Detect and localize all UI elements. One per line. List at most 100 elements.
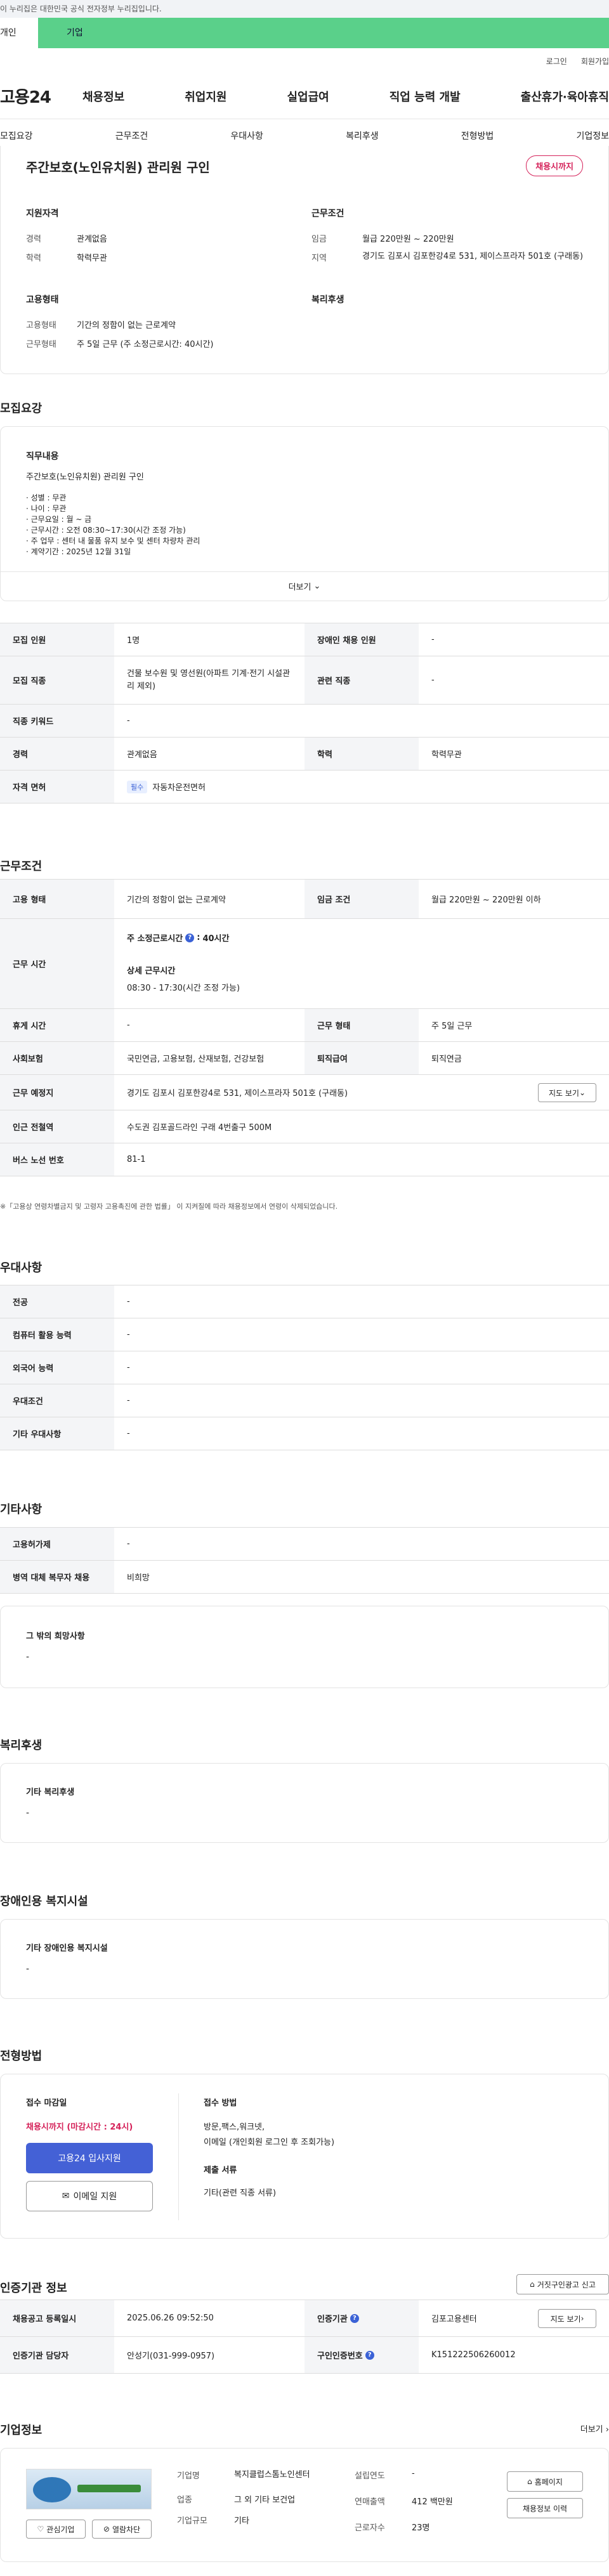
favorite-button[interactable]: ♡ 관심기업	[26, 2520, 86, 2539]
weekly-hours: 주 소정근로시간?:40시간	[127, 933, 230, 944]
region-value: 경기도 김포시 김포한강4로 531, 제이스프라자 501호 (구래동)	[362, 252, 584, 261]
prefer-section-title: 우대사항	[0, 1261, 43, 1275]
block-button[interactable]: ⊘ 열람차단	[92, 2520, 152, 2539]
qual-title: 지원자격	[26, 209, 59, 219]
insurance-value: 국민연금, 고용보험, 산재보험, 건강보험	[127, 1055, 265, 1064]
manager-value: 안성기(031-999-0957)	[127, 2352, 215, 2361]
gnb-item[interactable]: 직업 능력 개발	[390, 88, 461, 105]
etc-value: 비희망	[127, 1573, 150, 1583]
chevron-down-icon: ⌄	[579, 1088, 586, 1097]
facility-card-value: -	[26, 1964, 30, 1974]
break-label: 휴게 시간	[0, 1009, 114, 1041]
info-icon[interactable]: ?	[185, 933, 195, 942]
info-icon[interactable]: ?	[350, 2313, 359, 2323]
detail-hours-value: 08:30 - 17:30(시간 조정 가능)	[127, 984, 240, 993]
company-name-value: 복지클럽스톰노인센터	[234, 2470, 310, 2480]
company-info: 기업명 복지클럽스톰노인센터 업종 그 외 기타 보건업 기업규모 기타	[177, 2469, 336, 2526]
subway-label: 인근 전철역	[0, 1110, 114, 1143]
rel-label: 관련 직종	[304, 656, 419, 704]
duty-line: · 나이 : 무관	[26, 504, 67, 513]
qual-edu: 학력 학력무관	[26, 251, 107, 263]
company-sales-value: 412 백만원	[412, 2497, 453, 2507]
prefer-label: 기타 우대사항	[0, 1417, 114, 1450]
summary-card: 주간보호(노인유치원) 관리원 구인 채용시까지 지원자격 경력 관계없음 학력 학…	[0, 146, 609, 374]
subnav-item[interactable]: 근무조건	[115, 129, 148, 142]
table-row: 직종 키워드 -	[0, 705, 609, 738]
duty-line: · 계약기간 : 2025년 12월 31일	[26, 547, 131, 556]
table-row: 모집 인원 1명 장애인 채용 인원 -	[0, 623, 609, 656]
kw-value: -	[127, 716, 130, 725]
divider	[178, 2093, 179, 2220]
etc-label: 병역 대체 복무자 채용	[0, 1561, 114, 1593]
login-link[interactable]: 로그인	[546, 56, 567, 67]
more-label: 더보기	[288, 583, 311, 592]
gnb-item[interactable]: 출산휴가·육아휴직	[521, 88, 609, 105]
bus-label: 버스 노선 번호	[0, 1143, 114, 1176]
hours-cell: 주 소정근로시간?:40시간 상세 근무시간 08:30 - 17:30(시간 …	[114, 919, 609, 1008]
email-apply-label: 이메일 지원	[73, 2192, 117, 2202]
gnb-item[interactable]: 실업급여	[287, 88, 329, 105]
duty-head: 주간보호(노인유치원) 관리원 구인	[26, 472, 144, 482]
wage-label: 임금	[311, 235, 327, 244]
subnav-item[interactable]: 우대사항	[230, 129, 263, 142]
home-icon: ⌂	[530, 2280, 535, 2289]
prefer-value: -	[127, 1396, 130, 1405]
subnav-item[interactable]: 전형방법	[461, 129, 494, 142]
apply-button[interactable]: 고용24 입사지원	[26, 2143, 153, 2173]
favorite-label: 관심기업	[46, 2525, 75, 2534]
site-logo[interactable]: 고용24	[0, 84, 70, 108]
duty-line: · 주 업무 : 센터 내 물품 유지 보수 및 센터 차량차 관리	[26, 537, 200, 545]
table-row: 경력 관계없음 학력 학력무관	[0, 738, 609, 771]
email-apply-button[interactable]: ✉ 이메일 지원	[26, 2181, 153, 2211]
table-row: 병역 대체 복무자 채용 비희망	[0, 1561, 609, 1594]
deadline-title: 접수 마감일	[26, 2098, 67, 2108]
report-button[interactable]: ⌂ 거짓구인광고 신고	[516, 2274, 609, 2294]
more-button[interactable]: 더보기 ⌄	[1, 571, 608, 601]
company-more-link[interactable]: 더보기 ›	[580, 2423, 609, 2435]
agency-map-label: 지도 보기	[550, 2314, 581, 2324]
cond-wage: 임금 월급 220만원 ~ 220만원	[311, 232, 454, 244]
duty-line: · 근무시간 : 오전 08:30~17:30(시간 조정 가능)	[26, 526, 186, 535]
map-button-label: 지도 보기	[548, 1088, 579, 1098]
company-card: ♡ 관심기업 ⊘ 열람차단 기업명 복지클럽스톰노인센터 업종 그 외 기타 보건업 기…	[0, 2448, 609, 2562]
prefer-label: 전공	[0, 1285, 114, 1318]
worktype-label: 근무형태	[26, 340, 56, 349]
process-section-title: 전형방법	[0, 2050, 43, 2063]
agency-map-button[interactable]: 지도 보기 ›	[538, 2309, 596, 2328]
process-card: 접수 마감일 채용시까지 (마감시간 : 24시) 고용24 입사지원 ✉ 이메일…	[0, 2074, 609, 2239]
company-ind-row: 업종 그 외 기타 보건업	[177, 2493, 336, 2505]
company-scale-value: 기타	[234, 2516, 249, 2526]
logo-mark	[33, 2477, 71, 2502]
map-button[interactable]: 지도 보기 ⌄	[538, 1083, 596, 1102]
gnb-item[interactable]: 채용정보	[82, 88, 124, 105]
subnav-item[interactable]: 기업정보	[576, 129, 609, 142]
tab-company[interactable]: 기업	[38, 18, 609, 48]
subnav-item[interactable]: 모집요강	[0, 129, 33, 142]
welfare-title: 복리후생	[311, 295, 344, 305]
welfare-card-value: -	[26, 1808, 30, 1818]
gov-banner: 이 누리집은 대한민국 공식 전자정부 누리집입니다.	[0, 0, 609, 18]
gnb-item[interactable]: 취업지원	[185, 88, 226, 105]
facility-card-title: 기타 장애인용 복지시설	[26, 1944, 108, 1953]
company-name-label: 기업명	[177, 2471, 200, 2481]
gnb-menu: 채용정보 취업지원 실업급여 직업 능력 개발 출산휴가·육아휴직	[70, 88, 609, 105]
kw-label: 직종 키워드	[0, 705, 114, 737]
retire-label: 퇴직급여	[304, 1042, 419, 1074]
cert-no-value: K151222506260012	[431, 2350, 516, 2360]
info-icon[interactable]: ?	[365, 2350, 374, 2360]
place-label: 근무 예정지	[0, 1075, 114, 1110]
company-est-value: -	[412, 2469, 415, 2478]
homepage-button[interactable]: ⌂ 홈페이지	[507, 2471, 583, 2492]
tab-personal[interactable]: 개인	[0, 18, 38, 48]
company-ind-value: 그 외 기타 보건업	[234, 2495, 296, 2505]
cond-region: 지역 경기도 김포시 김포한강4로 531, 제이스프라자 501호 (구래동)	[311, 251, 591, 263]
table-row: 기타 우대사항 -	[0, 1417, 609, 1450]
table-row: 인근 전철역 수도권 김포골드라인 구래 4번출구 500M	[0, 1110, 609, 1143]
subnav-item[interactable]: 복리후생	[346, 129, 379, 142]
history-button[interactable]: 채용정보 이력	[507, 2498, 583, 2518]
emp-label: 고용 형태	[0, 880, 114, 918]
facility-card: 기타 장애인용 복지시설 -	[0, 1919, 609, 1999]
signup-link[interactable]: 회원가입	[581, 56, 609, 67]
history-label: 채용정보 이력	[522, 2504, 568, 2513]
method-title: 접수 방법	[204, 2098, 237, 2108]
